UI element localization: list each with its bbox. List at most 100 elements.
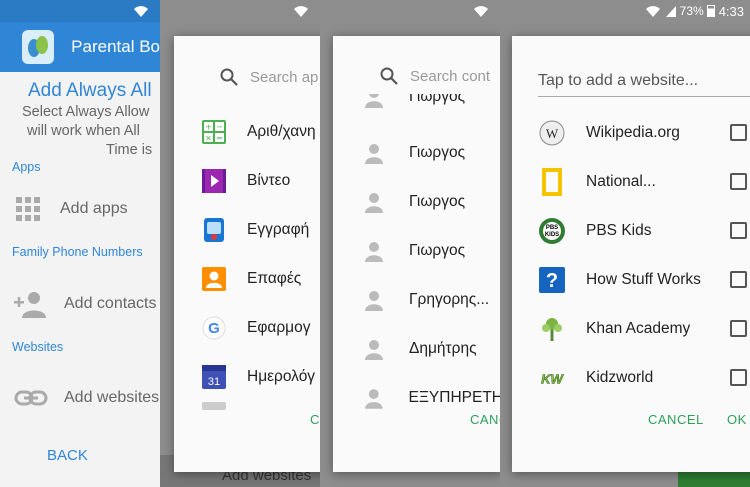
cancel-button[interactable]: CANCEL xyxy=(648,412,704,427)
contact-list-item[interactable]: Γιωργος xyxy=(333,177,500,226)
description-line: Select Always Allow xyxy=(22,104,150,120)
battery-percent: 73% xyxy=(679,4,704,18)
page-description: Select Always Allow will work when All T… xyxy=(22,103,152,160)
contact-list-item[interactable]: Γρηγορης... xyxy=(333,275,500,324)
contacts-list: Γιωργος Γιωργος Γιωργος Γιωργος Γρηγορης… xyxy=(333,94,500,432)
websites-picker-screen: 73% 4:33 Tap to add a website... W Wikip… xyxy=(500,0,750,487)
national-geographic-icon xyxy=(538,167,566,196)
voice-recorder-icon xyxy=(202,217,226,242)
calculator-icon: + − × = xyxy=(202,119,226,144)
search-placeholder: Search ap xyxy=(250,68,319,86)
section-family-phone-numbers: Family Phone Numbers xyxy=(12,245,143,259)
search-icon xyxy=(380,67,398,85)
search-icon xyxy=(220,68,238,86)
contact-name: Γιωργος xyxy=(409,143,466,161)
add-apps-label: Add apps xyxy=(60,200,128,217)
back-button[interactable]: BACK xyxy=(47,447,88,464)
khan-academy-icon xyxy=(538,315,566,343)
add-websites-button[interactable]: Add websites xyxy=(14,386,159,410)
contact-name: Γιωργος xyxy=(409,192,466,210)
signal-icon xyxy=(665,5,676,17)
battery-icon xyxy=(706,5,715,17)
calendar-icon: 31 xyxy=(202,364,226,389)
svg-text:=: = xyxy=(216,133,223,142)
contacts-icon xyxy=(202,266,226,291)
description-line: will work when All xyxy=(27,123,140,139)
website-list-item[interactable]: PBS KIDS PBS Kids xyxy=(512,206,750,255)
svg-text:−: − xyxy=(216,122,223,131)
apps-search[interactable]: Search ap xyxy=(174,36,320,118)
website-input[interactable]: Tap to add a website... xyxy=(538,72,750,97)
svg-text:W: W xyxy=(546,126,559,141)
person-icon xyxy=(364,388,383,409)
add-contacts-label: Add contacts xyxy=(64,295,157,312)
app-name: Βίντεο xyxy=(247,171,291,189)
svg-text:31: 31 xyxy=(208,376,220,388)
cancel-button[interactable]: CA xyxy=(310,412,320,427)
screenshot-collage: Parental Bo Add Always All Select Always… xyxy=(0,0,750,487)
contact-name: Γιωργος xyxy=(409,94,466,105)
website-list-item[interactable]: Khan Academy xyxy=(512,304,750,353)
add-apps-button[interactable]: Add apps xyxy=(14,195,128,223)
status-bar xyxy=(160,0,320,22)
add-websites-label: Add websites xyxy=(64,389,160,406)
page-heading: Add Always All xyxy=(28,80,152,101)
app-bar: Parental Bo xyxy=(0,22,160,72)
contacts-picker-screen: Search cont Γιωργος Γιωργος Γιωργος Γιωρ… xyxy=(320,0,500,487)
app-logo-icon xyxy=(22,30,55,64)
website-list-item[interactable]: National... xyxy=(512,157,750,206)
contact-list-item[interactable]: Γιωργος xyxy=(333,94,500,121)
add-contacts-button[interactable]: Add contacts xyxy=(14,290,157,318)
website-checkbox[interactable] xyxy=(730,124,747,141)
person-icon xyxy=(365,290,383,311)
svg-text:+: + xyxy=(205,122,212,131)
website-checkbox[interactable] xyxy=(730,271,747,288)
contact-list-item[interactable]: Δημήτρης xyxy=(333,324,500,373)
pbs-kids-icon: PBS KIDS xyxy=(538,217,566,245)
section-websites: Websites xyxy=(12,340,64,354)
cancel-button[interactable]: CANC xyxy=(470,412,500,427)
app-list-item[interactable]: 31 Ημερολόγ xyxy=(174,352,320,401)
description-line: Time is xyxy=(106,142,153,158)
contact-name: Γρηγορης... xyxy=(409,290,490,308)
add-person-icon xyxy=(14,292,46,318)
apps-picker-screen: Add websites Search ap + − × = Αριθ/χανη Βί… xyxy=(160,0,320,487)
website-checkbox[interactable] xyxy=(730,173,747,190)
status-bar xyxy=(0,0,160,22)
contact-name: ΕΞΥΠΗΡΕΤΗ xyxy=(408,388,500,406)
svg-text:?: ? xyxy=(546,270,558,292)
person-icon xyxy=(365,339,383,360)
app-list-item[interactable]: + − × = Αριθ/χανη xyxy=(174,107,320,156)
section-apps: Apps xyxy=(12,160,41,174)
website-list-item[interactable]: W Wikipedia.org xyxy=(512,108,750,157)
website-name: Kidzworld xyxy=(586,368,654,386)
status-bar xyxy=(320,0,500,22)
app-title: Parental Bo xyxy=(71,37,160,56)
website-checkbox[interactable] xyxy=(730,369,747,386)
contact-list-item[interactable]: Γιωργος xyxy=(333,226,500,275)
svg-text:KIDS: KIDS xyxy=(545,232,559,238)
websites-dialog: Tap to add a website... W Wikipedia.org … xyxy=(512,36,750,472)
wifi-icon xyxy=(134,5,148,17)
website-checkbox[interactable] xyxy=(730,320,747,337)
video-icon xyxy=(202,168,226,193)
ok-button[interactable]: OK xyxy=(727,412,747,427)
app-list-item[interactable]: G Εφαρμογ xyxy=(174,303,320,352)
app-list-item[interactable]: Βίντεο xyxy=(174,156,320,205)
website-list-item[interactable]: KW Kidzworld xyxy=(512,353,750,402)
google-icon: G xyxy=(202,316,226,340)
contact-list-item[interactable]: Γιωργος xyxy=(333,128,500,177)
app-name: Ημερολόγ xyxy=(247,367,316,385)
website-checkbox[interactable] xyxy=(730,222,747,239)
wifi-icon xyxy=(474,5,488,17)
how-stuff-works-icon: ? xyxy=(538,266,566,294)
app-list-item[interactable]: Εγγραφή xyxy=(174,205,320,254)
svg-text:KW: KW xyxy=(541,371,564,386)
svg-text:G: G xyxy=(208,320,220,337)
wikipedia-icon: W xyxy=(538,119,566,147)
app-list-item[interactable]: Επαφές xyxy=(174,254,320,303)
person-icon xyxy=(365,94,383,108)
grid-icon xyxy=(16,197,40,221)
website-list-item[interactable]: ? How Stuff Works xyxy=(512,255,750,304)
kidzworld-icon: KW xyxy=(538,364,566,392)
